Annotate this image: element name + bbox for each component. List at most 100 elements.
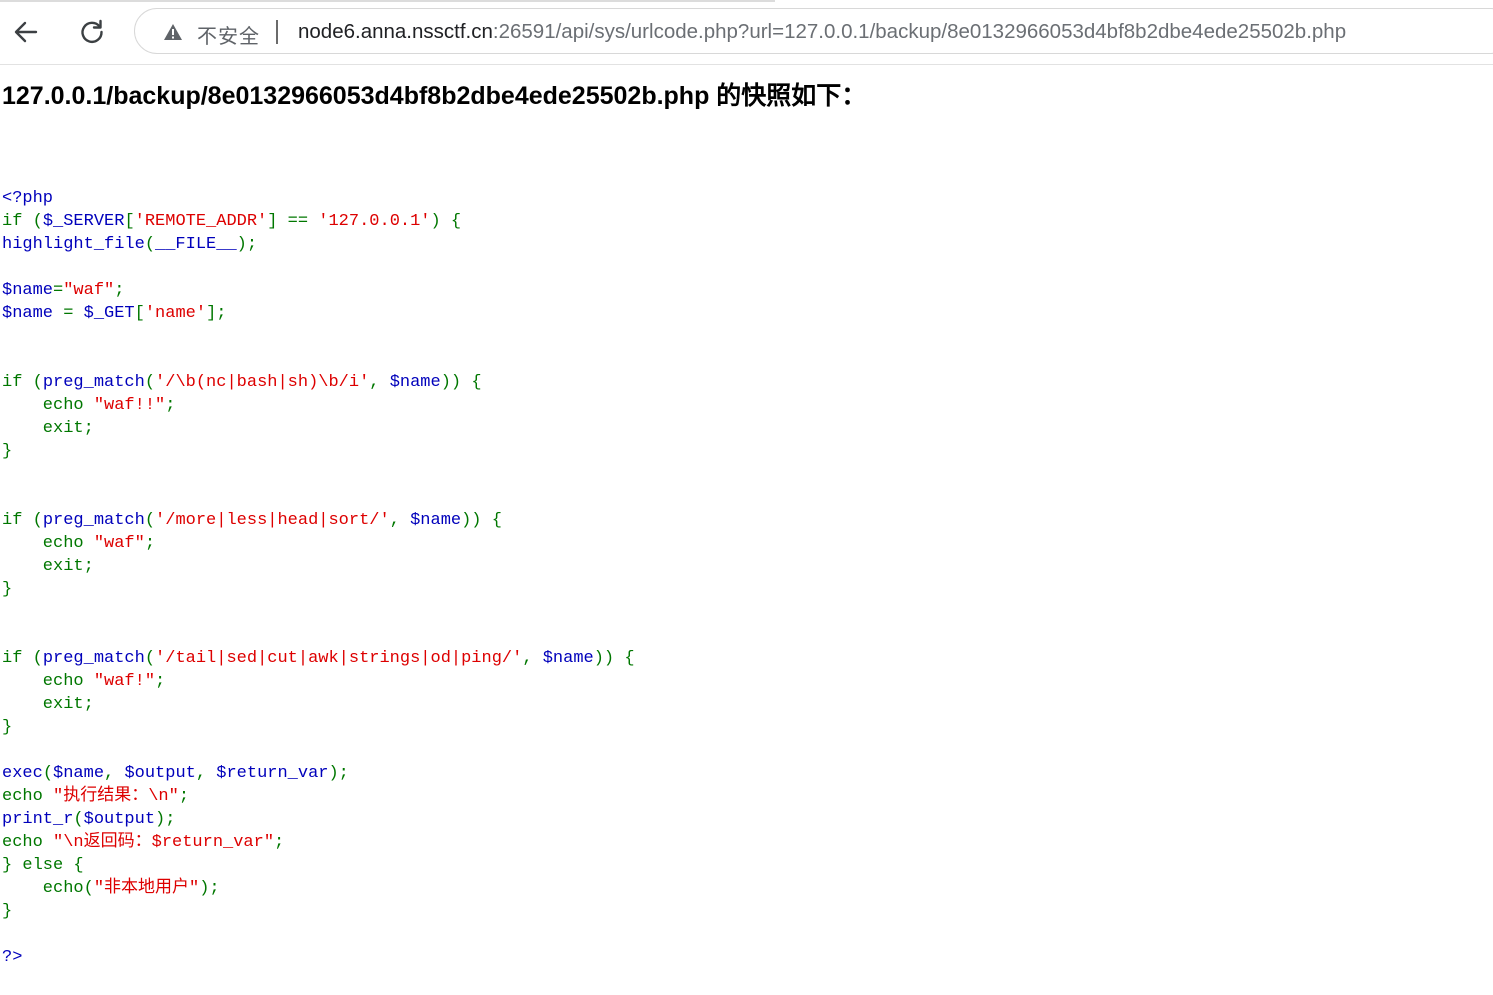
- code-line: ?>: [2, 946, 635, 969]
- code-token-keyword: echo: [2, 534, 94, 553]
- code-token-default: print_r: [2, 810, 74, 829]
- code-token-keyword: echo: [2, 833, 54, 852]
- code-token-default: ?>: [2, 948, 23, 967]
- code-line: if (preg_match('/more|less|head|sort/', …: [2, 509, 635, 532]
- code-line: }: [2, 716, 635, 739]
- code-token-string: '/\b(nc|bash|sh)\b/i': [155, 373, 370, 392]
- code-token-keyword: ;: [155, 672, 166, 691]
- code-token-keyword: [: [124, 212, 135, 231]
- security-status-label[interactable]: 不安全: [197, 20, 260, 49]
- code-token-keyword: );: [155, 810, 176, 829]
- code-line: echo "waf";: [2, 532, 635, 555]
- url-path: :26591/api/sys/urlcode.php?url=127.0.0.1…: [492, 20, 1347, 43]
- code-line: if (preg_match('/\b(nc|bash|sh)\b/i', $n…: [2, 371, 635, 394]
- code-token-string: "执行结果：\n": [53, 787, 179, 806]
- code-line: $name="waf";: [2, 279, 635, 302]
- code-token-keyword: [: [134, 304, 145, 323]
- code-token-keyword: echo: [2, 672, 94, 691]
- code-line: echo("非本地用户");: [2, 877, 635, 900]
- code-token-string: "waf!!": [93, 396, 166, 415]
- code-token-keyword: (: [32, 212, 43, 231]
- code-token-default: $name: [53, 764, 105, 783]
- code-token-keyword: (: [32, 373, 43, 392]
- code-token-default: <?php: [2, 189, 54, 208]
- code-line: }: [2, 440, 635, 463]
- warning-triangle-icon[interactable]: [163, 22, 183, 42]
- code-token-keyword: (: [42, 764, 54, 783]
- code-token-keyword: (: [32, 511, 43, 530]
- code-token-keyword: }: [2, 718, 13, 737]
- code-token-keyword: echo: [2, 396, 94, 415]
- code-token-keyword: echo: [2, 879, 84, 898]
- code-token-default: preg_match: [42, 373, 145, 392]
- code-token-default: $name: [2, 304, 64, 323]
- code-token-string: '/more|less|head|sort/': [155, 511, 390, 530]
- code-token-keyword: exit;: [2, 419, 94, 438]
- code-token-keyword: (: [32, 649, 43, 668]
- code-token-string: '127.0.0.1': [318, 212, 431, 231]
- code-token-string: "非本地用户": [93, 879, 200, 898]
- code-token-keyword: )) {: [440, 373, 482, 392]
- code-token-keyword: ,: [522, 649, 543, 668]
- code-token-default: preg_match: [42, 649, 145, 668]
- back-button[interactable]: [6, 12, 46, 52]
- code-token-keyword: }: [2, 902, 13, 921]
- code-token-keyword: ]: [267, 212, 288, 231]
- code-token-string: 'name': [144, 304, 207, 323]
- code-line: $name = $_GET['name'];: [2, 302, 635, 325]
- code-token-default: highlight_file: [2, 235, 145, 254]
- code-token-keyword: echo: [2, 787, 54, 806]
- address-bar[interactable]: 不安全 node6.anna.nssctf.cn:26591/api/sys/u…: [134, 8, 1493, 54]
- reload-icon: [81, 19, 103, 44]
- code-token-keyword: ;: [144, 534, 156, 553]
- code-token-string: 'REMOTE_ADDR': [134, 212, 268, 231]
- code-token-keyword: ) {: [430, 212, 462, 231]
- code-token-keyword: );: [236, 235, 258, 254]
- code-token-keyword: if: [2, 373, 33, 392]
- code-token-keyword: if: [2, 649, 33, 668]
- code-token-default: $name: [542, 649, 594, 668]
- page-heading: 127.0.0.1/backup/8e0132966053d4bf8b2dbe4…: [2, 82, 867, 110]
- code-token-keyword: ,: [369, 373, 390, 392]
- code-token-keyword: if: [2, 212, 33, 231]
- code-token-default: $_SERVER: [42, 212, 125, 231]
- code-token-keyword: exit;: [2, 695, 94, 714]
- code-token-default: $output: [83, 810, 156, 829]
- url-text[interactable]: node6.anna.nssctf.cn:26591/api/sys/urlco…: [298, 20, 1346, 44]
- code-token-keyword: (: [144, 511, 156, 530]
- code-token-keyword: =: [53, 281, 64, 300]
- code-token-keyword: ,: [104, 764, 125, 783]
- code-token-keyword: ;: [165, 396, 176, 415]
- reload-button[interactable]: [72, 12, 112, 52]
- code-line: highlight_file(__FILE__);: [2, 233, 635, 256]
- code-line: exit;: [2, 417, 635, 440]
- code-line: print_r($output);: [2, 808, 635, 831]
- code-token-string: "waf!": [93, 672, 156, 691]
- code-token-default: $name: [389, 373, 441, 392]
- code-line: <?php: [2, 187, 635, 210]
- code-line: exit;: [2, 693, 635, 716]
- code-line: }: [2, 900, 635, 923]
- code-token-keyword: (: [144, 649, 156, 668]
- code-token-string: "waf": [93, 534, 145, 553]
- code-token-keyword: }: [2, 442, 13, 461]
- code-token-keyword: )) {: [593, 649, 635, 668]
- code-token-string: "\n返回码：$return_var": [53, 833, 275, 852]
- code-token-default: preg_match: [42, 511, 145, 530]
- code-line: if ($_SERVER['REMOTE_ADDR'] == '127.0.0.…: [2, 210, 635, 233]
- tab-strip-edge: [0, 0, 775, 2]
- code-token-keyword: ;: [274, 833, 285, 852]
- code-token-keyword: (: [144, 373, 156, 392]
- code-token-default: $_GET: [83, 304, 135, 323]
- code-token-keyword: (: [144, 235, 156, 254]
- code-line: } else {: [2, 854, 635, 877]
- code-line: exec($name, $output, $return_var);: [2, 762, 635, 785]
